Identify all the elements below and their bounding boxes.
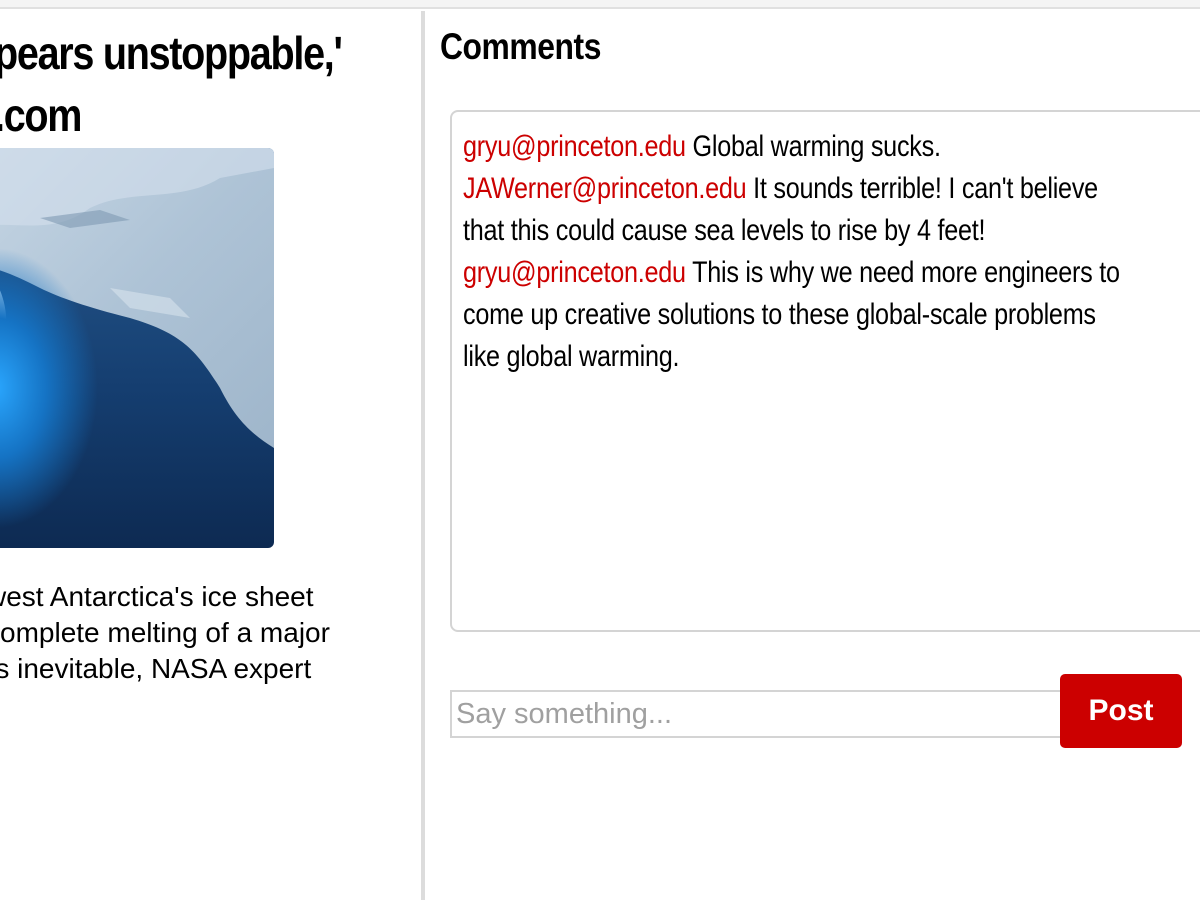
article-summary-line: rs inevitable, NASA expert [0, 653, 312, 684]
article-image [0, 148, 274, 548]
article-title-line: pears unstoppable,' [0, 27, 343, 79]
comment-text: It sounds terrible! I can't believe [753, 172, 1098, 205]
comment-input[interactable] [450, 690, 1062, 738]
comments-heading: Comments [440, 26, 601, 67]
comment-text: Global warming sucks. [692, 130, 941, 163]
post-button[interactable]: Post [1060, 674, 1182, 748]
comment-text: come up creative solutions to these glob… [463, 298, 1096, 331]
comment-line: gryu@princeton.edu This is why we need mo… [463, 252, 1200, 294]
article-title: pears unstoppable,' .com [0, 22, 355, 146]
article-summary-line: complete melting of a major [0, 617, 330, 648]
article-summary-line: west Antarctica's ice sheet [0, 581, 314, 612]
article-summary: west Antarctica's ice sheet complete mel… [0, 579, 406, 687]
comment-line: like global warming. [463, 336, 1200, 378]
comment-author[interactable]: gryu@princeton.edu [463, 130, 693, 163]
comment-text: that this could cause sea levels to rise… [463, 214, 986, 247]
comment-text: This is why we need more engineers to [692, 256, 1120, 289]
comment-line: come up creative solutions to these glob… [463, 294, 1200, 336]
article-title-line: .com [0, 89, 82, 141]
comment-text: like global warming. [463, 340, 680, 373]
comment-author[interactable]: JAWerner@princeton.edu [463, 172, 753, 205]
comment-line: gryu@princeton.edu Global warming sucks. [463, 126, 1200, 168]
comment-line: JAWerner@princeton.edu It sounds terrible… [463, 168, 1200, 210]
comment-list: gryu@princeton.edu Global warming sucks. … [463, 126, 1200, 378]
top-bar [0, 0, 1200, 9]
comment-line: that this could cause sea levels to rise… [463, 210, 1200, 252]
column-divider [421, 11, 425, 900]
comment-author[interactable]: gryu@princeton.edu [463, 256, 692, 289]
comments-list-box[interactable]: gryu@princeton.edu Global warming sucks. … [450, 110, 1200, 632]
